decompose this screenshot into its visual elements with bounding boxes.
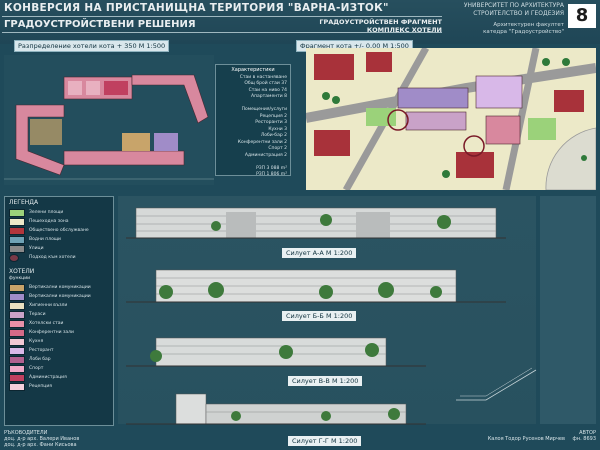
legend-item: Водни площи — [9, 235, 113, 244]
title-divider — [2, 16, 442, 17]
characteristic-line: РЗП 1 806 m² — [256, 172, 287, 177]
legend-item: Вертикални комуникации — [9, 283, 113, 292]
legend-item: Лоби бар — [9, 355, 113, 364]
quay-outline-drawing — [456, 367, 537, 401]
author-number: фн. 8693 — [572, 436, 596, 442]
hotel-floor-plan — [4, 55, 214, 185]
legend-item: Хигиенни възли — [9, 301, 113, 310]
legend-item: Вертикални комуникации — [9, 292, 113, 301]
main-title: КОНВЕРСИЯ НА ПРИСТАНИЩНА ТЕРИТОРИЯ "ВАРН… — [4, 2, 389, 14]
elevation-a — [126, 207, 506, 239]
legend-panel: ЛЕГЕНДА Зелени площи Пешеходна зона Обще… — [4, 196, 114, 426]
section-subtitle: ГРАДОУСТРОЙСТВЕНИ РЕШЕНИЯ — [4, 19, 196, 30]
fragment-title: ГРАДОУСТРОЙСТВЕН ФРАГМЕНТ КОМПЛЕКС ХОТЕЛ… — [262, 18, 442, 34]
side-strip — [540, 196, 596, 424]
legend-item: Тераси — [9, 310, 113, 319]
elevation-v — [126, 337, 426, 367]
fragment-title-line-1: ГРАДОУСТРОЙСТВЕН ФРАГМЕНТ — [319, 18, 442, 26]
university-line-1: УНИВЕРСИТЕТ ПО АРХИТЕКТУРА — [463, 2, 564, 9]
legend-hotels-title: ХОТЕЛИ — [9, 268, 35, 275]
section-label-b: Силует Б-Б М 1:200 — [282, 311, 357, 321]
supervisor-2: доц. д-р арх. Фани Кисьова — [4, 442, 77, 448]
legend-item: Кухня — [9, 337, 113, 346]
legend-item: Зелени площи — [9, 208, 113, 217]
characteristics-heading: Характеристики — [231, 67, 275, 73]
legend-hotels-subtitle: функции — [9, 276, 31, 281]
university-line-2: СТРОИТЕЛСТВО И ГЕОДЕЗИЯ — [473, 10, 564, 17]
site-fragment-plan — [306, 48, 596, 190]
legend-item: Подход към хотели — [9, 253, 113, 262]
fragment-title-line-2: КОМПЛЕКС ХОТЕЛИ — [366, 26, 442, 34]
legend-item: Спорт — [9, 364, 113, 373]
elevation-b — [126, 269, 506, 303]
sheet-number: 8 — [568, 4, 596, 28]
section-label-a: Силует А-А М 1:200 — [282, 248, 357, 258]
faculty-name: Архитектурен факултет катедра "Градоустр… — [444, 22, 564, 36]
legend-item: Рецепция — [9, 382, 113, 391]
supervisors-block: РЪКОВОДИТЕЛИ доц. д-р арх. Валери Иванов… — [4, 430, 79, 448]
legend-item: Хотелски стаи — [9, 319, 113, 328]
author-block: АВТОР Калоя Тодор Русенов Мирчев фн. 869… — [430, 430, 596, 442]
section-label-v: Силует В-В М 1:200 — [288, 376, 363, 386]
faculty-line-2: катедра "Градоустройство" — [483, 29, 564, 35]
legend-item: Пешеходна зона — [9, 217, 113, 226]
author-name: Калоя Тодор Русенов Мирчев — [487, 436, 565, 442]
legend-item: Обществено обслужване — [9, 226, 113, 235]
legend-item: Администрация — [9, 373, 113, 382]
section-label-g: Силует Г-Г М 1:200 — [288, 436, 362, 446]
elevation-g — [126, 393, 426, 425]
legend-item: Ресторант — [9, 346, 113, 355]
characteristics-panel: Характеристики Стаи в настаняване Общ бр… — [215, 64, 291, 177]
plan-left-label: Разпределение хотели кота + 350 М 1:500 — [14, 40, 170, 52]
legend-title: ЛЕГЕНДА — [9, 199, 39, 206]
legend-item: Улици — [9, 244, 113, 253]
legend-item: Конферентни зали — [9, 328, 113, 337]
faculty-line-1: Архитектурен факултет — [493, 22, 564, 28]
university-name: УНИВЕРСИТЕТ ПО АРХИТЕКТУРА СТРОИТЕЛСТВО … — [444, 2, 564, 18]
